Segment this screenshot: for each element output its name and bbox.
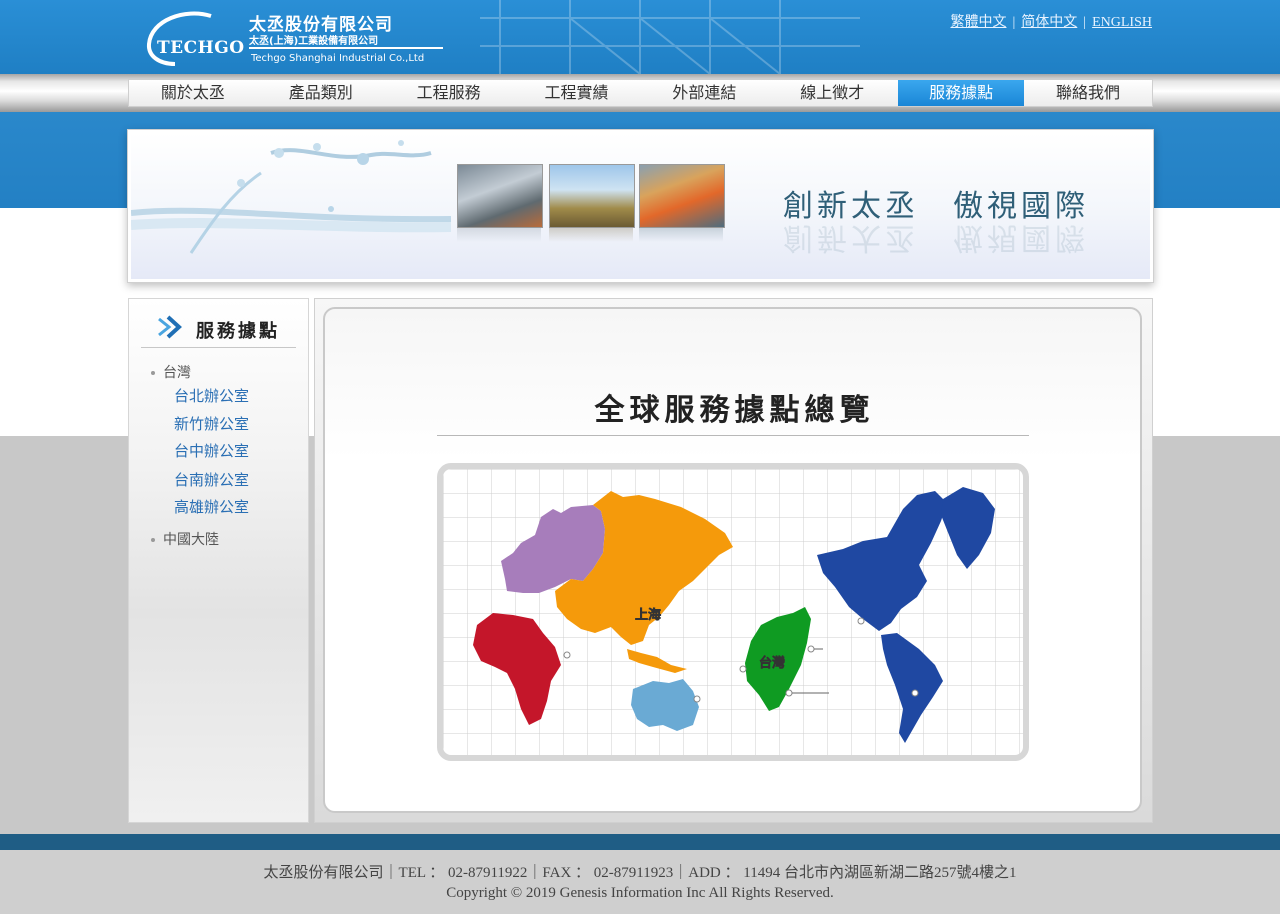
banner-photo-reflection: [457, 228, 541, 242]
lang-english-link[interactable]: ENGLISH: [1092, 15, 1152, 30]
lang-simplified-link[interactable]: 简体中文: [1021, 15, 1077, 30]
lang-separator: |: [1012, 15, 1016, 30]
main-nav: 關於太丞 產品類別 工程服務 工程實績 外部連結 線上徵才 服務據點 聯絡我們: [128, 79, 1153, 107]
nav-item-careers[interactable]: 線上徵才: [768, 80, 896, 106]
banner-slogan-reflection: 創新太丞 傲視國際: [783, 220, 1089, 255]
logo-brand-text: TECHGO: [157, 38, 245, 58]
banner-photo-reflection: [639, 228, 723, 242]
lang-separator: |: [1083, 15, 1087, 30]
banner-photo-1: [457, 164, 543, 228]
language-switcher: 繁體中文 | 简体中文 | ENGLISH: [950, 11, 1152, 31]
footer-contact-info: 太丞股份有限公司｜TEL ： 02-87911922｜FAX ： 02-8791…: [263, 865, 1017, 881]
company-name-cn-sub: 太丞(上海)工業設備有限公司: [249, 36, 379, 47]
sidebar-group-taiwan[interactable]: 台灣: [151, 362, 191, 382]
company-name-en: Techgo Shanghai Industrial Co.,Ltd: [251, 53, 425, 64]
hero-banner: 創新太丞 傲視國際 創新太丞 傲視國際: [127, 129, 1154, 283]
logo-divider: [249, 47, 443, 49]
banner-photo-reflection: [549, 228, 633, 242]
bullet-icon: [151, 371, 155, 375]
world-map-frame: 上海 台灣: [437, 463, 1029, 761]
footer-bar: [0, 834, 1280, 850]
nav-item-projects[interactable]: 工程實績: [513, 80, 641, 106]
nav-item-engineering-service[interactable]: 工程服務: [385, 80, 513, 106]
world-map: 上海 台灣: [443, 469, 1023, 755]
sidebar-group-label: 中國大陸: [163, 532, 219, 548]
sidebar-item-taipei-office[interactable]: 台北辦公室: [174, 385, 249, 406]
page-title: 全球服務據點總覽: [594, 393, 875, 428]
nav-item-contact[interactable]: 聯絡我們: [1024, 80, 1152, 106]
sidebar-item-kaohsiung-office[interactable]: 高雄辦公室: [174, 496, 249, 517]
title-divider: [437, 435, 1029, 436]
footer: 太丞股份有限公司｜TEL ： 02-87911922｜FAX ： 02-8791…: [0, 850, 1280, 914]
company-logo[interactable]: TECHGO 太丞股份有限公司 太丞(上海)工業設備有限公司 Techgo Sh…: [145, 8, 445, 68]
nav-item-products[interactable]: 產品類別: [257, 80, 385, 106]
banner-inner: 創新太丞 傲視國際 創新太丞 傲視國際: [131, 133, 1150, 279]
lang-traditional-link[interactable]: 繁體中文: [950, 15, 1006, 30]
bullet-icon: [151, 538, 155, 542]
sidebar-item-hsinchu-office[interactable]: 新竹辦公室: [174, 413, 249, 434]
double-chevron-icon: [158, 315, 182, 339]
sidebar-title: 服務據點: [196, 321, 280, 342]
sidebar-group-label: 台灣: [163, 365, 191, 381]
sidebar-item-tainan-office[interactable]: 台南辦公室: [174, 469, 249, 490]
main-content: 全球服務據點總覽 上海 台灣: [314, 298, 1153, 823]
sidebar-item-taichung-office[interactable]: 台中辦公室: [174, 440, 249, 461]
scaffold-graphic: [480, 0, 860, 74]
sidebar: 服務據點 台灣 台北辦公室 新竹辦公室 台中辦公室 台南辦公室 高雄辦公室 中國…: [128, 298, 309, 823]
banner-photo-3: [639, 164, 725, 228]
sidebar-header: 服務據點: [141, 307, 296, 348]
footer-copyright: Copyright © 2019 Genesis Information Inc…: [446, 885, 834, 901]
nav-item-about[interactable]: 關於太丞: [129, 80, 257, 106]
nav-item-service-locations[interactable]: 服務據點: [898, 80, 1025, 106]
map-label-shanghai: 上海: [635, 607, 661, 623]
water-splash-graphic: [131, 140, 451, 254]
content-card: 全球服務據點總覽 上海 台灣: [323, 307, 1142, 813]
banner-photo-2: [549, 164, 635, 228]
sidebar-group-china[interactable]: 中國大陸: [151, 529, 219, 549]
map-label-taiwan: 台灣: [759, 655, 785, 671]
nav-item-external-links[interactable]: 外部連結: [641, 80, 769, 106]
